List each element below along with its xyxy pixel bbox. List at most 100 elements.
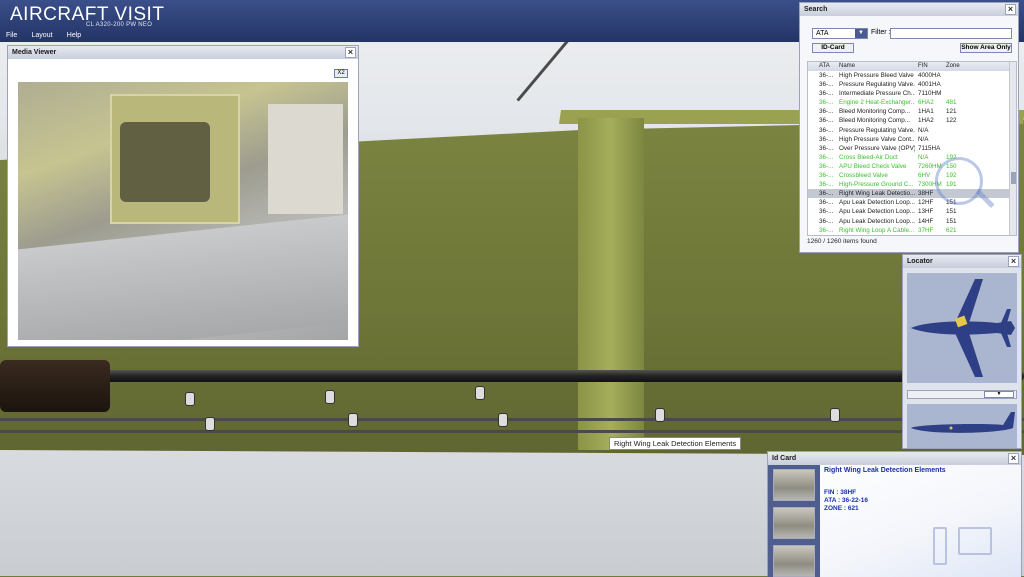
chevron-down-icon[interactable]: ▼ — [855, 29, 867, 38]
item-zone: ZONE : 621 — [824, 505, 859, 512]
clamp[interactable] — [205, 417, 215, 431]
filter-input[interactable] — [890, 28, 1012, 39]
list-item[interactable]: 36-... Right Wing Loop A Cable... 37HF 621 — [808, 226, 1016, 235]
leak-detection-wire[interactable] — [0, 430, 1024, 433]
clamp[interactable] — [325, 390, 335, 404]
media-viewer-titlebar[interactable]: Media Viewer × — [8, 46, 358, 59]
actuator[interactable] — [0, 360, 110, 412]
cell-name: Bleed Monitoring Comp... — [839, 117, 911, 125]
id-card-titlebar[interactable]: Id Card × — [768, 452, 1021, 465]
list-item[interactable]: 36-... Apu Leak Detection Loop... 14HF 151 — [808, 217, 1016, 226]
list-item[interactable]: 36-... Over Pressure Valve (OPV) 7115HA — [808, 144, 1016, 153]
list-item[interactable]: 36-... Bleed Monitoring Comp... 1HA2 122 — [808, 116, 1016, 125]
category-select[interactable]: ATA ▼ — [812, 28, 868, 39]
cell-fin: 6HA2 — [918, 99, 934, 107]
structural-beam — [578, 118, 644, 450]
list-rows: 36-... High Pressure Bleed Valve ... 4000H… — [808, 71, 1016, 235]
clamp[interactable] — [348, 413, 358, 427]
menu-layout[interactable]: Layout — [32, 29, 53, 42]
result-count: 1260 / 1260 items found — [807, 238, 877, 245]
cell-zone: 121 — [946, 108, 957, 116]
list-item[interactable]: 36-... High Pressure Bleed Valve ... 4000H… — [808, 71, 1016, 80]
cell-fin: 1HA2 — [918, 117, 934, 125]
duct-pipe[interactable] — [0, 370, 1024, 382]
cell-fin: 7115HA — [918, 144, 941, 152]
clamp[interactable] — [185, 392, 195, 406]
cell-zone: 191 — [946, 181, 957, 189]
list-item[interactable]: 36-... Right Wing Leak Detectio... 38HF — [808, 189, 1016, 199]
cell-fin: N/A — [918, 126, 929, 134]
close-icon[interactable]: × — [345, 47, 356, 58]
cell-fin: 4000HA — [918, 72, 941, 79]
cell-ata: 36-... — [819, 90, 834, 98]
cell-fin: 38HF — [918, 190, 934, 198]
cell-ata: 36-... — [819, 108, 834, 116]
menu-help[interactable]: Help — [67, 29, 81, 42]
cell-zone: 481 — [946, 99, 957, 107]
cell-name: Cross Bleed-Air Duct — [839, 153, 898, 161]
monitor-icon — [958, 527, 992, 555]
clamp[interactable] — [498, 413, 508, 427]
computer-tower-icon — [933, 527, 947, 565]
results-list[interactable]: ATA Name FIN Zone 36-... High Pressure Bl… — [807, 61, 1017, 236]
item-fin: FIN : 38HF — [824, 489, 857, 496]
id-card-panel: Id Card × Right Wing Leak Detection Elem… — [767, 451, 1022, 577]
list-item[interactable]: 36-... Pressure Regulating Valve... N/A — [808, 126, 1016, 135]
cell-zone: 192 — [946, 153, 957, 161]
scrollbar-thumb[interactable] — [1011, 172, 1016, 184]
list-scrollbar[interactable] — [1009, 62, 1016, 235]
list-item[interactable]: 36-... Cross Bleed-Air Duct N/A 192 — [808, 153, 1016, 162]
aircraft-top-view[interactable] — [907, 273, 1017, 383]
list-item[interactable]: 36-... APU Bleed Check Valve 7260HM 150 — [808, 162, 1016, 171]
cell-fin: N/A — [918, 153, 929, 161]
list-item[interactable]: 36-... Bleed Monitoring Comp... 1HA1 121 — [808, 107, 1016, 116]
clamp[interactable] — [475, 386, 485, 400]
zoom-x2-button[interactable]: X2 — [334, 69, 348, 78]
cell-zone: 151 — [946, 217, 957, 225]
photo-thumbnail[interactable] — [773, 507, 815, 539]
component-photo[interactable] — [18, 82, 348, 340]
list-item[interactable]: 36-... Apu Leak Detection Loop... 13HF 151 — [808, 207, 1016, 216]
list-item[interactable]: 36-... Pressure Regulating Valve... 4001HA — [808, 80, 1016, 89]
id-card-button[interactable]: ID-Card — [812, 43, 854, 53]
cell-ata: 36-... — [819, 126, 834, 134]
list-item[interactable]: 36-... High Pressure Valve Cont... N/A — [808, 135, 1016, 144]
close-icon[interactable]: × — [1008, 453, 1019, 464]
cell-name: Intermediate Pressure Ch... — [839, 90, 915, 98]
cell-ata: 36-... — [819, 217, 834, 225]
cell-ata: 36-... — [819, 199, 834, 207]
list-item[interactable]: 36-... Apu Leak Detection Loop... 12HF 151 — [808, 198, 1016, 207]
column-name[interactable]: Name — [839, 63, 915, 69]
leak-detection-wire[interactable] — [0, 418, 1024, 421]
close-icon[interactable]: × — [1005, 4, 1016, 15]
column-zone[interactable]: Zone — [946, 63, 966, 69]
list-item[interactable]: 36-... Crossbleed Valve 6HV 192 — [808, 171, 1016, 180]
column-fin[interactable]: FIN — [918, 63, 946, 69]
clamp[interactable] — [655, 408, 665, 422]
item-title: Right Wing Leak Detection Elements — [824, 467, 946, 474]
search-titlebar[interactable]: Search × — [800, 3, 1018, 16]
list-header: ATA Name FIN Zone — [808, 62, 1016, 71]
cell-zone: 151 — [946, 199, 957, 207]
show-area-only-button[interactable]: Show Area Only — [960, 43, 1012, 53]
photo-thumbnail[interactable] — [773, 469, 815, 501]
view-dropdown[interactable]: ▼ — [907, 390, 1017, 399]
locator-titlebar[interactable]: Locator × — [903, 255, 1021, 268]
chevron-down-icon[interactable]: ▼ — [984, 391, 1014, 398]
column-ata[interactable]: ATA — [819, 63, 841, 69]
list-item[interactable]: 36-... Engine 2 Heat-Exchanger... 6HA2 481 — [808, 98, 1016, 107]
close-icon[interactable]: × — [1008, 256, 1019, 267]
photo-panel — [268, 104, 343, 214]
menu-file[interactable]: File — [6, 29, 17, 42]
cell-fin: 13HF — [918, 208, 934, 216]
aircraft-side-icon — [911, 412, 1015, 433]
aircraft-side-view[interactable] — [907, 404, 1017, 448]
media-viewer-body: X2 — [8, 59, 358, 346]
list-item[interactable]: 36-... High-Pressure Ground C... 7300HM 191 — [808, 180, 1016, 189]
clamp[interactable] — [830, 408, 840, 422]
locator-panel: Locator × ▼ — [902, 254, 1022, 449]
cell-ata: 36-... — [819, 208, 834, 216]
cell-ata: 36-... — [819, 117, 834, 125]
list-item[interactable]: 36-... Intermediate Pressure Ch... 7110HM — [808, 89, 1016, 98]
photo-thumbnail[interactable] — [773, 545, 815, 577]
